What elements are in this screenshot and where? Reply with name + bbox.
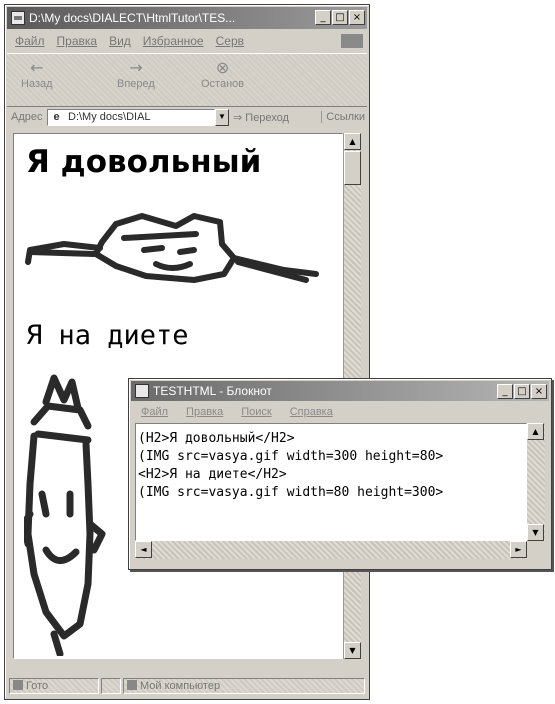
close-button[interactable]: × [349, 10, 365, 25]
notepad-window: TESTHTML - Блокнот _ □ × Файл Правка Пои… [128, 378, 552, 570]
notepad-menu-edit[interactable]: Правка [186, 406, 223, 418]
notepad-minimize-button[interactable]: _ [497, 384, 513, 399]
go-label: Переход [245, 112, 289, 124]
menu-favorites[interactable]: Избранное [143, 34, 204, 48]
notepad-menu-search[interactable]: Поиск [241, 406, 271, 418]
notepad-menu-file[interactable]: Файл [141, 406, 168, 418]
address-dropdown-button[interactable]: ▼ [215, 109, 229, 126]
back-arrow-icon: ← [30, 58, 44, 77]
browser-statusbar: Гото Мой компьютер [7, 675, 367, 697]
address-bar: Адрес e D:\My docs\DIAL ▼ ⇒ Переход Ссыл… [7, 108, 367, 128]
ie-page-icon [13, 680, 23, 690]
notepad-text-area[interactable]: (H2>Я довольный</H2> (IMG src=vasya.gif w… [135, 423, 527, 541]
notepad-line: (IMG src=vasya.gif width=80 height=300> [138, 485, 444, 500]
back-button[interactable]: ← Назад [21, 58, 53, 90]
vasya-image-wide [25, 213, 319, 283]
forward-button[interactable]: → Вперед [117, 58, 155, 90]
browser-title: D:\My docs\DIALECT\HtmlTutor\TES... [29, 11, 236, 25]
notepad-maximize-button[interactable]: □ [514, 384, 530, 399]
stop-button[interactable]: ⊗ Останов [201, 58, 244, 90]
notepad-line: (IMG src=vasya.gif width=300 height=80> [138, 449, 444, 464]
browser-titlebar[interactable]: D:\My docs\DIALECT\HtmlTutor\TES... _ □ … [7, 7, 367, 29]
address-label: Адрес [11, 111, 43, 123]
browser-window: D:\My docs\DIALECT\HtmlTutor\TES... _ □ … [4, 4, 370, 700]
browser-menubar: Файл Правка Вид Избранное Серв [7, 31, 367, 51]
status-zone: Мой компьютер [123, 678, 365, 694]
page-heading-2: Я на диете [26, 320, 189, 351]
browser-toolbar: ← Назад → Вперед ⊗ Останов [7, 53, 367, 107]
go-button[interactable]: ⇒ Переход [233, 111, 289, 124]
ie-page-icon: e [53, 111, 60, 123]
vasya-image-tall [24, 374, 106, 656]
status-pane-empty-1 [101, 678, 121, 694]
notepad-title: TESTHTML - Блокнот [153, 384, 272, 398]
notepad-scroll-down-button[interactable]: ▼ [527, 524, 544, 541]
scroll-up-button[interactable]: ▲ [344, 133, 361, 150]
notepad-scroll-up-button[interactable]: ▲ [527, 423, 544, 440]
notepad-scroll-left-button[interactable]: ◄ [135, 541, 152, 558]
forward-label: Вперед [117, 78, 155, 90]
scroll-down-button[interactable]: ▼ [344, 642, 361, 659]
notepad-horizontal-scrollbar[interactable]: ◄ ► [135, 541, 527, 559]
menu-edit[interactable]: Правка [57, 34, 98, 48]
notepad-line: (H2>Я довольный</H2> [138, 431, 295, 446]
computer-icon [127, 680, 137, 690]
menu-view[interactable]: Вид [109, 34, 131, 48]
notepad-scroll-right-button[interactable]: ► [510, 541, 527, 558]
maximize-button[interactable]: □ [332, 10, 348, 25]
notepad-menubar: Файл Правка Поиск Справка [131, 403, 549, 421]
back-label: Назад [21, 78, 53, 90]
minimize-button[interactable]: _ [315, 10, 331, 25]
page-heading-1: Я довольный [26, 144, 262, 180]
ie-page-icon [11, 11, 25, 25]
stop-icon: ⊗ [215, 58, 230, 77]
notepad-vertical-scrollbar[interactable]: ▲ ▼ [527, 423, 545, 541]
window-controls: _ □ × [315, 10, 365, 25]
links-button[interactable]: Ссылки [321, 111, 365, 123]
menu-file[interactable]: Файл [15, 34, 45, 48]
notepad-menu-help[interactable]: Справка [290, 406, 333, 418]
notepad-titlebar[interactable]: TESTHTML - Блокнот _ □ × [131, 381, 549, 401]
notepad-icon [135, 384, 149, 398]
address-value: D:\My docs\DIAL [68, 111, 151, 123]
notepad-window-controls: _ □ × [497, 384, 547, 399]
scroll-thumb[interactable] [344, 151, 361, 185]
notepad-close-button[interactable]: × [531, 384, 547, 399]
forward-arrow-icon: → [129, 58, 143, 77]
address-input[interactable]: e D:\My docs\DIAL [47, 109, 215, 126]
stop-label: Останов [201, 78, 245, 90]
notepad-line: <H2>Я на диете</H2> [138, 467, 287, 482]
menu-service[interactable]: Серв [216, 34, 244, 48]
windows-logo-icon [341, 34, 363, 48]
status-text: Гото [9, 678, 99, 694]
